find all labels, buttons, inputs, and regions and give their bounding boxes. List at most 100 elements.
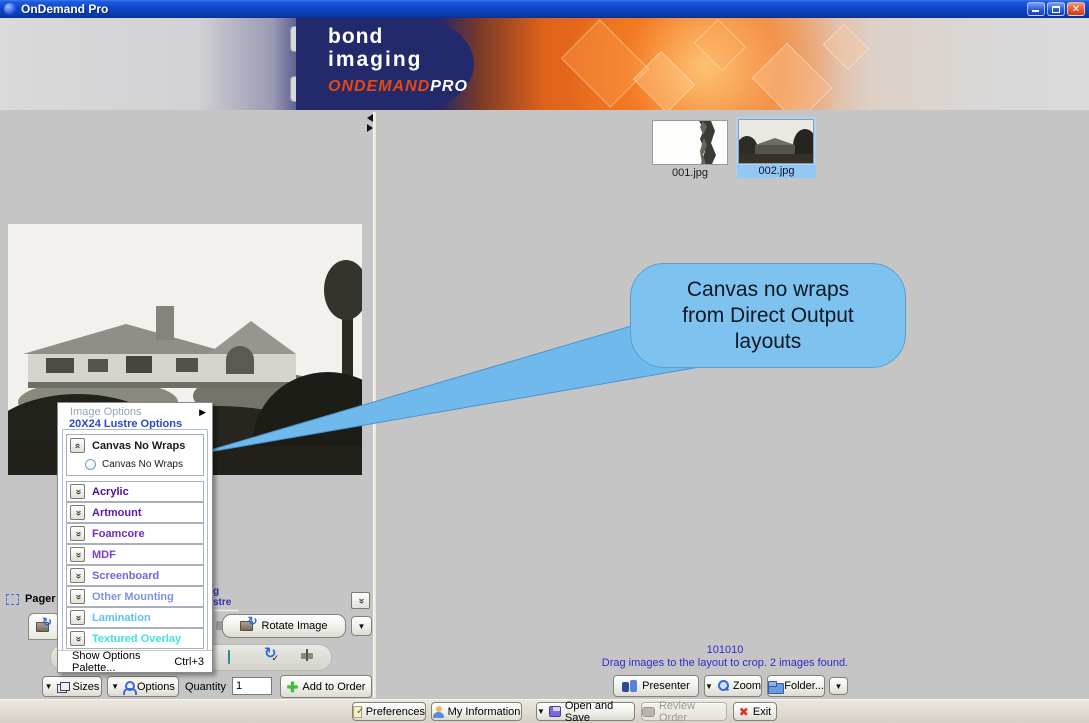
section-label: Screenboard bbox=[92, 570, 159, 582]
my-information-button[interactable]: My Information bbox=[431, 702, 522, 721]
dropdown-arrow-icon: ▼ bbox=[835, 682, 843, 691]
options-button[interactable]: ▼ Options bbox=[107, 676, 179, 697]
exit-label: Exit bbox=[753, 706, 771, 718]
rotate-image-button[interactable]: ↻ Rotate Image bbox=[222, 614, 346, 638]
expand-section-button[interactable]: » bbox=[70, 547, 85, 562]
app-icon bbox=[4, 3, 16, 15]
sizes-label: Sizes bbox=[73, 681, 100, 693]
section-lamination[interactable]: » Lamination bbox=[66, 607, 204, 628]
menu-header-label: Image Options bbox=[70, 406, 142, 418]
dropdown-arrow-icon: ▼ bbox=[537, 707, 545, 716]
callout-line-1: Canvas no wraps bbox=[687, 277, 849, 303]
zoom-label: Zoom bbox=[733, 680, 761, 692]
section-textured-overlay[interactable]: » Textured Overlay bbox=[66, 628, 204, 649]
folder-button[interactable]: Folder... bbox=[767, 675, 825, 697]
exit-icon: ✖ bbox=[739, 706, 749, 718]
thumbnail-001-image bbox=[653, 121, 727, 164]
quantity-label: Quantity bbox=[185, 681, 226, 693]
expand-section-button[interactable]: » bbox=[70, 526, 85, 541]
callout-line-3: layouts bbox=[735, 329, 802, 355]
collapse-section-button[interactable]: » bbox=[70, 438, 85, 453]
close-button[interactable]: ✕ bbox=[1067, 2, 1085, 16]
double-chevron-down-icon: » bbox=[356, 598, 366, 604]
layout-rotate-tab[interactable]: ↻ bbox=[28, 613, 60, 640]
pager-icon bbox=[6, 594, 19, 605]
options-label: Options bbox=[137, 681, 175, 693]
thumbnail-001[interactable] bbox=[652, 120, 728, 165]
expand-section-button[interactable]: » bbox=[70, 484, 85, 499]
options-groupbox: » Canvas No Wraps Canvas No Wraps » Acry… bbox=[62, 429, 208, 651]
zoom-magnifier-icon bbox=[717, 680, 729, 692]
rotate-image-label: Rotate Image bbox=[262, 620, 328, 632]
brand-logo: bond imaging ONDEMANDPRO bbox=[296, 18, 474, 110]
review-order-label: Review Order bbox=[659, 700, 726, 723]
section-acrylic[interactable]: » Acrylic bbox=[66, 481, 204, 502]
image-tool-button[interactable] bbox=[228, 651, 230, 663]
status-code: 101010 bbox=[525, 644, 925, 656]
expand-section-button[interactable]: » bbox=[70, 568, 85, 583]
splitter-collapse-right-icon[interactable] bbox=[367, 124, 373, 132]
section-label: Artmount bbox=[92, 507, 142, 519]
section-mdf[interactable]: » MDF bbox=[66, 544, 204, 565]
pager-label: Pager bbox=[25, 593, 56, 605]
dropdown-arrow-icon: ▼ bbox=[45, 682, 53, 691]
section-label: Acrylic bbox=[92, 486, 129, 498]
double-chevron-up-icon: » bbox=[73, 443, 83, 449]
pager-section: Pager bbox=[6, 593, 56, 605]
pane-splitter[interactable] bbox=[373, 112, 376, 698]
panel-collapse-button[interactable]: » bbox=[351, 592, 370, 609]
clipped-label-fragment: stre bbox=[213, 597, 231, 608]
thumbnail-002[interactable] bbox=[738, 119, 814, 164]
sizes-button[interactable]: ▼ Sizes bbox=[42, 676, 102, 697]
section-foamcore[interactable]: » Foamcore bbox=[66, 523, 204, 544]
double-chevron-down-icon: » bbox=[73, 573, 83, 579]
section-label: Textured Overlay bbox=[92, 633, 181, 645]
zoom-button[interactable]: ▼ Zoom bbox=[704, 675, 762, 697]
window-title: OnDemand Pro bbox=[21, 2, 108, 16]
open-and-save-button[interactable]: ▼ Open and Save bbox=[536, 702, 635, 721]
minimize-button[interactable] bbox=[1027, 2, 1045, 16]
expand-section-button[interactable]: » bbox=[70, 505, 85, 520]
close-icon: ✕ bbox=[1068, 3, 1084, 15]
clipped-slider[interactable] bbox=[213, 609, 239, 612]
section-artmount[interactable]: » Artmount bbox=[66, 502, 204, 523]
add-to-order-label: Add to Order bbox=[302, 681, 365, 693]
maximize-icon bbox=[1052, 6, 1060, 13]
preferences-button[interactable]: Preferences bbox=[352, 702, 426, 721]
expand-section-button[interactable]: » bbox=[70, 631, 85, 646]
show-options-palette-label: Show Options Palette... bbox=[72, 650, 160, 674]
radio-option-canvas-no-wraps[interactable]: Canvas No Wraps bbox=[85, 459, 183, 470]
exit-button[interactable]: ✖ Exit bbox=[733, 702, 777, 721]
image-options-menu: Image Options ▶ 20X24 Lustre Options » C… bbox=[57, 402, 213, 673]
add-to-order-button[interactable]: ✚ Add to Order bbox=[280, 675, 372, 698]
rotate-tool-button[interactable]: ↻ ✓ bbox=[264, 647, 279, 664]
options-person-icon bbox=[123, 681, 133, 693]
thumbnail-001-label: 001.jpg bbox=[640, 167, 740, 179]
splitter-collapse-left-icon[interactable] bbox=[367, 114, 373, 122]
my-information-label: My Information bbox=[448, 706, 521, 718]
review-order-button[interactable]: Review Order bbox=[641, 702, 727, 721]
titlebar: OnDemand Pro ✕ bbox=[0, 0, 1089, 18]
app-window: OnDemand Pro ✕ bond imaging ONDEMANDPRO bbox=[0, 0, 1089, 723]
radio-option-label: Canvas No Wraps bbox=[102, 459, 183, 470]
section-label: Lamination bbox=[92, 612, 151, 624]
double-chevron-down-icon: » bbox=[73, 552, 83, 558]
radio-icon bbox=[85, 459, 96, 470]
dropdown-arrow-icon: ▼ bbox=[358, 622, 366, 631]
my-information-icon bbox=[433, 706, 444, 718]
maximize-button[interactable] bbox=[1047, 2, 1065, 16]
banner: bond imaging ONDEMANDPRO bbox=[0, 18, 1089, 110]
presenter-label: Presenter bbox=[642, 680, 690, 692]
show-options-palette-item[interactable]: Show Options Palette... Ctrl+3 bbox=[58, 650, 212, 672]
quantity-input[interactable] bbox=[232, 677, 272, 695]
expand-section-button[interactable]: » bbox=[70, 610, 85, 625]
presenter-button[interactable]: Presenter bbox=[613, 675, 699, 697]
double-chevron-down-icon: » bbox=[73, 510, 83, 516]
expand-section-button[interactable]: » bbox=[70, 589, 85, 604]
rotate-image-dropdown-button[interactable]: ▼ bbox=[351, 616, 372, 636]
open-save-icon bbox=[549, 706, 561, 717]
nav-more-dropdown-button[interactable]: ▼ bbox=[829, 677, 848, 695]
section-other-mounting[interactable]: » Other Mounting bbox=[66, 586, 204, 607]
open-and-save-label: Open and Save bbox=[565, 700, 634, 723]
section-screenboard[interactable]: » Screenboard bbox=[66, 565, 204, 586]
